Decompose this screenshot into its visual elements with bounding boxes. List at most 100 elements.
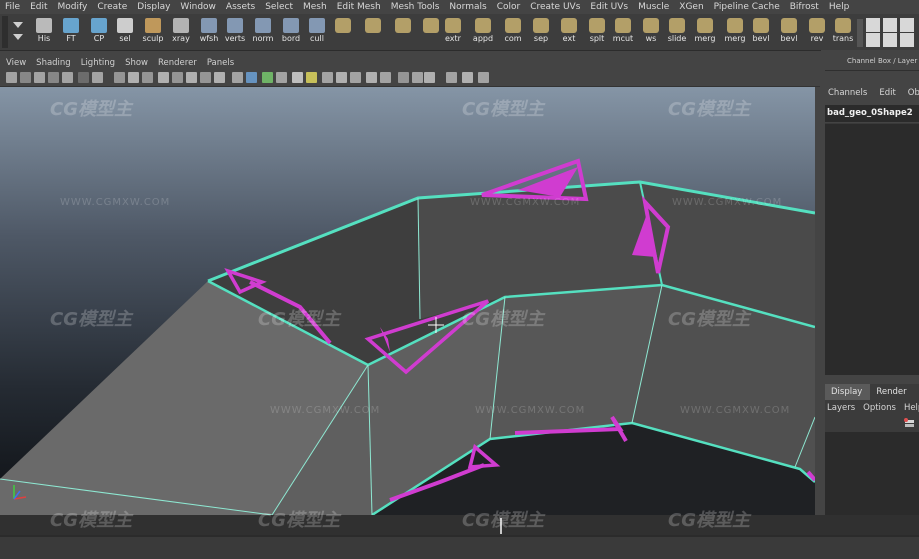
shelf-tool-slide-button[interactable]: slide	[664, 17, 690, 48]
shelf-tool-sculp-button[interactable]: sculp	[140, 17, 166, 48]
shelf-tool-mcut-button[interactable]: mcut	[610, 17, 636, 48]
tab-display[interactable]: Display	[825, 384, 871, 400]
shelf-tool-His-button[interactable]: His	[31, 17, 57, 48]
shelf-tool-verts-button[interactable]: verts	[222, 17, 248, 48]
viewport-toolbar-button-icon[interactable]	[350, 72, 361, 83]
shelf-tool-extr-button[interactable]: extr	[440, 17, 466, 48]
viewport-toolbar-button-icon[interactable]	[276, 72, 287, 83]
viewport-toolbar-button-icon[interactable]	[232, 72, 243, 83]
menu-window[interactable]: Window	[175, 2, 221, 12]
viewport-toolbar-button-icon[interactable]	[172, 72, 183, 83]
shelf-extra-button-3[interactable]	[883, 18, 897, 32]
viewport-toolbar-button-icon[interactable]	[142, 72, 153, 83]
viewport-toolbar-button-icon[interactable]	[34, 72, 45, 83]
object-menu[interactable]: Obje	[908, 88, 919, 98]
viewport-toolbar-button-icon[interactable]	[158, 72, 169, 83]
viewport-menu-view[interactable]: View	[0, 58, 30, 68]
shelf-extra-button-2[interactable]	[866, 33, 880, 47]
menu-edit-uvs[interactable]: Edit UVs	[585, 2, 633, 12]
shelf-tool-sel-button[interactable]: sel	[112, 17, 138, 48]
shelf-tool-trans-button[interactable]: trans	[830, 17, 856, 48]
shelf-tool-wfsh-button[interactable]: wfsh	[196, 17, 222, 48]
viewport-toolbar-button-icon[interactable]	[48, 72, 59, 83]
menu-create[interactable]: Create	[92, 2, 132, 12]
menu-select[interactable]: Select	[260, 2, 298, 12]
channels-menu[interactable]: Channels	[828, 88, 867, 98]
viewport-canvas[interactable]	[0, 87, 815, 515]
object-name-field[interactable]: bad_geo_0Shape2	[825, 105, 919, 122]
tab-render[interactable]: Render	[870, 384, 914, 400]
shelf-tool-bevl-button[interactable]: bevl	[776, 17, 802, 48]
menu-muscle[interactable]: Muscle	[633, 2, 674, 12]
viewport-toolbar-button-icon[interactable]	[306, 72, 317, 83]
shelf-arrow-icon[interactable]	[11, 18, 25, 46]
viewport-toolbar-button-icon[interactable]	[78, 72, 89, 83]
viewport-toolbar-button-icon[interactable]	[336, 72, 347, 83]
shelf-tool-merg-button[interactable]: merg	[692, 17, 718, 48]
viewport-toolbar-button-icon[interactable]	[186, 72, 197, 83]
layers-menu[interactable]: Layers	[827, 403, 855, 413]
shelf-extra-button-4[interactable]	[883, 33, 897, 47]
viewport-toolbar-button-icon[interactable]	[322, 72, 333, 83]
3d-viewport[interactable]: CG模型主 CG模型主 CG模型主 CG模型主 CG模型主 CG模型主 CG模型…	[0, 87, 815, 515]
viewport-toolbar-button-icon[interactable]	[478, 72, 489, 83]
shelf-tool-ws-button[interactable]: ws	[638, 17, 664, 48]
viewport-toolbar-button-icon[interactable]	[114, 72, 125, 83]
new-layer-icon[interactable]	[903, 418, 917, 430]
shelf-tool-appd-button[interactable]: appd	[470, 17, 496, 48]
viewport-menu-show[interactable]: Show	[119, 58, 152, 68]
viewport-toolbar-button-icon[interactable]	[200, 72, 211, 83]
shelf-tool-icon-button[interactable]	[390, 17, 416, 48]
menu-color[interactable]: Color	[492, 2, 526, 12]
viewport-toolbar-button-icon[interactable]	[292, 72, 303, 83]
viewport-toolbar-button-icon[interactable]	[92, 72, 103, 83]
viewport-menu-lighting[interactable]: Lighting	[75, 58, 119, 68]
menu-edit[interactable]: Edit	[25, 2, 52, 12]
menu-bifrost[interactable]: Bifrost	[785, 2, 824, 12]
shelf-tool-cull-button[interactable]: cull	[304, 17, 330, 48]
shelf-tool-sep-button[interactable]: sep	[528, 17, 554, 48]
viewport-toolbar-button-icon[interactable]	[214, 72, 225, 83]
shelf-tool-rev-button[interactable]: rev	[804, 17, 830, 48]
menu-create-uvs[interactable]: Create UVs	[525, 2, 585, 12]
viewport-toolbar-button-icon[interactable]	[62, 72, 73, 83]
menu-normals[interactable]: Normals	[444, 2, 491, 12]
shelf-tool-norm-button[interactable]: norm	[250, 17, 276, 48]
menu-pipeline-cache[interactable]: Pipeline Cache	[709, 2, 785, 12]
viewport-menu-panels[interactable]: Panels	[201, 58, 238, 68]
menu-xgen[interactable]: XGen	[674, 2, 708, 12]
shelf-tool-ext-button[interactable]: ext	[556, 17, 582, 48]
viewport-toolbar-button-icon[interactable]	[398, 72, 409, 83]
viewport-toolbar-button-icon[interactable]	[128, 72, 139, 83]
viewport-toolbar-button-icon[interactable]	[20, 72, 31, 83]
menu-assets[interactable]: Assets	[221, 2, 260, 12]
viewport-toolbar-button-icon[interactable]	[412, 72, 423, 83]
menu-help[interactable]: Help	[824, 2, 855, 12]
shelf-tool-merg-button[interactable]: merg	[722, 17, 748, 48]
menu-mesh[interactable]: Mesh	[298, 2, 332, 12]
edit-menu[interactable]: Edit	[879, 88, 895, 98]
viewport-menu-renderer[interactable]: Renderer	[152, 58, 201, 68]
options-menu[interactable]: Options	[863, 403, 896, 413]
menu-file[interactable]: File	[0, 2, 25, 12]
shelf-tool-xray-button[interactable]: xray	[168, 17, 194, 48]
menu-display[interactable]: Display	[132, 2, 175, 12]
viewport-menu-shading[interactable]: Shading	[30, 58, 75, 68]
viewport-toolbar-button-icon[interactable]	[246, 72, 257, 83]
shelf-grip[interactable]	[2, 16, 8, 48]
channel-list[interactable]	[825, 123, 919, 375]
shelf-tool-splt-button[interactable]: splt	[584, 17, 610, 48]
shelf-tool-bevl-button[interactable]: bevl	[748, 17, 774, 48]
command-line[interactable]	[0, 537, 919, 559]
layer-list[interactable]	[825, 432, 919, 520]
menu-modify[interactable]: Modify	[53, 2, 93, 12]
viewport-toolbar-button-icon[interactable]	[366, 72, 377, 83]
viewport-toolbar-button-icon[interactable]	[380, 72, 391, 83]
shelf-extra-button-6[interactable]	[900, 33, 914, 47]
time-slider[interactable]	[0, 515, 919, 535]
shelf-tool-FT-button[interactable]: FT	[58, 17, 84, 48]
help-menu[interactable]: Help	[904, 403, 919, 413]
menu-mesh-tools[interactable]: Mesh Tools	[386, 2, 445, 12]
shelf-extra-button[interactable]	[866, 18, 880, 32]
shelf-tool-icon-button[interactable]	[360, 17, 386, 48]
